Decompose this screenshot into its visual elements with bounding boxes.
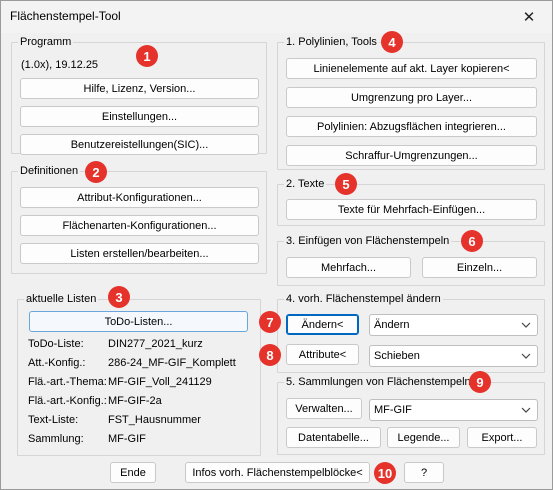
chevron-down-icon (521, 407, 531, 413)
block-info-button[interactable]: Infos vorh. Flächenstempelblöcke< (185, 462, 370, 483)
list-key: Flä.-art.-Thema: (28, 376, 107, 388)
group-aktuelle-listen-label: aktuelle Listen (24, 292, 99, 306)
annotation-badge: 4 (381, 31, 403, 53)
todo-lists-button[interactable]: ToDo-Listen... (29, 311, 248, 332)
insert-multiple-button[interactable]: Mehrfach... (286, 257, 411, 278)
title-bar[interactable]: Flächenstempel-Tool ✕ (1, 1, 552, 33)
texts-multi-insert-button[interactable]: Texte für Mehrfach-Einfügen... (286, 199, 537, 220)
annotation-badge: 5 (335, 173, 357, 195)
group-einfuegen-label: 3. Einfügen von Flächenstempeln (284, 234, 452, 248)
list-key: Att.-Konfig.: (28, 357, 86, 369)
annotation-badge: 9 (469, 371, 491, 393)
help-license-version-button[interactable]: Hilfe, Lizenz, Version... (20, 78, 259, 99)
list-value: 286-24_MF-GIF_Komplett (108, 357, 236, 369)
close-icon[interactable]: ✕ (506, 1, 552, 33)
list-value: MF-GIF_Voll_241129 (108, 376, 212, 388)
area-type-configurations-button[interactable]: Flächenarten-Konfigurationen... (20, 215, 259, 236)
attributes-mode-select[interactable]: Schieben (369, 345, 538, 367)
annotation-badge: 10 (374, 462, 396, 484)
attributes-mode-value: Schieben (374, 350, 420, 362)
list-value: MF-GIF-2a (108, 395, 162, 407)
group-sammlungen-label: 5. Sammlungen von Flächenstempeln (284, 375, 473, 389)
group-polylinien-label: 1. Polylinien, Tools (284, 35, 379, 49)
chevron-down-icon (521, 353, 531, 359)
annotation-badge: 1 (136, 45, 158, 67)
export-button[interactable]: Export... (467, 427, 537, 448)
user-settings-button[interactable]: Benutzereistellungen(SIC)... (20, 134, 259, 155)
group-texte-label: 2. Texte (284, 177, 327, 191)
list-key: Text-Liste: (28, 414, 79, 426)
annotation-badge: 3 (108, 286, 130, 308)
end-button[interactable]: Ende (110, 462, 156, 483)
annotation-badge: 8 (259, 344, 281, 366)
change-mode-value: Ändern (374, 319, 410, 331)
copy-lines-to-layer-button[interactable]: Linienelemente auf akt. Layer kopieren< (286, 58, 537, 79)
window-title: Flächenstempel-Tool (10, 9, 121, 23)
attribute-configurations-button[interactable]: Attribut-Konfigurationen... (20, 187, 259, 208)
data-table-button[interactable]: Datentabelle... (286, 427, 381, 448)
change-button[interactable]: Ändern< (286, 314, 359, 335)
manage-collections-button[interactable]: Verwalten... (286, 398, 362, 419)
boundary-per-layer-button[interactable]: Umgrenzung pro Layer... (286, 87, 537, 108)
version-text: (1.0x), 19.12.25 (21, 59, 99, 71)
settings-button[interactable]: Einstellungen... (20, 106, 259, 127)
attributes-button[interactable]: Attribute< (286, 344, 359, 365)
annotation-badge: 7 (259, 311, 281, 333)
collection-select[interactable]: MF-GIF (369, 399, 538, 421)
lists-edit-button[interactable]: Listen erstellen/bearbeiten... (20, 243, 259, 264)
annotation-badge: 6 (461, 230, 483, 252)
collection-value: MF-GIF (374, 404, 412, 416)
list-value: FST_Hausnummer (108, 414, 201, 426)
list-value: DIN277_2021_kurz (108, 338, 203, 350)
insert-single-button[interactable]: Einzeln... (422, 257, 537, 278)
annotation-badge: 2 (85, 161, 107, 183)
legend-button[interactable]: Legende... (387, 427, 460, 448)
list-value: MF-GIF (108, 433, 146, 445)
group-definitionen-label: Definitionen (18, 164, 81, 178)
list-key: Flä.-art.-Konfig.: (28, 395, 107, 407)
group-programm-label: Programm (18, 35, 74, 49)
list-key: ToDo-Liste: (28, 338, 84, 350)
help-button[interactable]: ? (404, 462, 444, 483)
tool-window: Flächenstempel-Tool ✕ Programm (1.0x), 1… (0, 0, 553, 490)
group-aendern-label: 4. vorh. Flächenstempel ändern (284, 292, 443, 306)
integrate-deduction-areas-button[interactable]: Polylinien: Abzugsflächen integrieren... (286, 116, 537, 137)
chevron-down-icon (521, 322, 531, 328)
hatch-boundaries-button[interactable]: Schraffur-Umgrenzungen... (286, 145, 537, 166)
change-mode-select[interactable]: Ändern (369, 314, 538, 336)
list-key: Sammlung: (28, 433, 84, 445)
